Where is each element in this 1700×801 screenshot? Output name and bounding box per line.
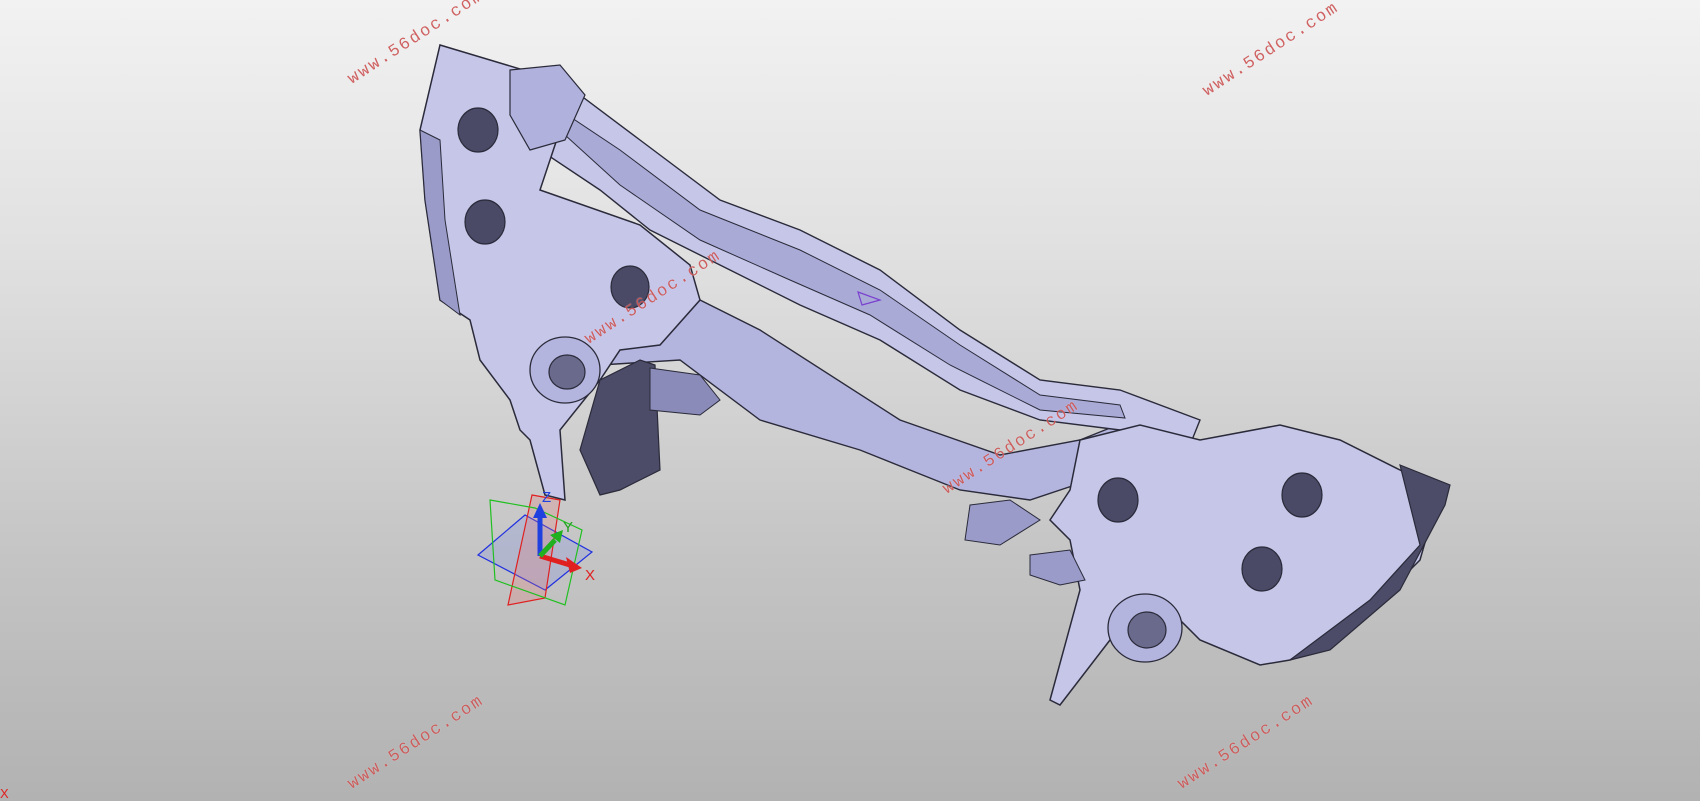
axis-y-label: Y bbox=[563, 519, 574, 536]
corner-axis-marker: X bbox=[0, 786, 9, 801]
coordinate-triad bbox=[476, 494, 594, 606]
right-bore-inner bbox=[1127, 611, 1167, 649]
right-hole-1 bbox=[1097, 477, 1139, 523]
right-hole-2 bbox=[1281, 472, 1323, 518]
left-hole-1 bbox=[457, 107, 499, 153]
axis-z-label: Z bbox=[542, 489, 552, 506]
part-model[interactable] bbox=[0, 0, 1700, 801]
cad-3d-viewport[interactable]: Z Y X X www.56doc.com www.56doc.com www.… bbox=[0, 0, 1700, 801]
right-tab-1 bbox=[964, 499, 1041, 546]
left-bore-inner bbox=[548, 354, 586, 390]
left-hole-2 bbox=[464, 199, 506, 245]
axis-x-label: X bbox=[585, 567, 596, 584]
right-hole-3 bbox=[1241, 546, 1283, 592]
